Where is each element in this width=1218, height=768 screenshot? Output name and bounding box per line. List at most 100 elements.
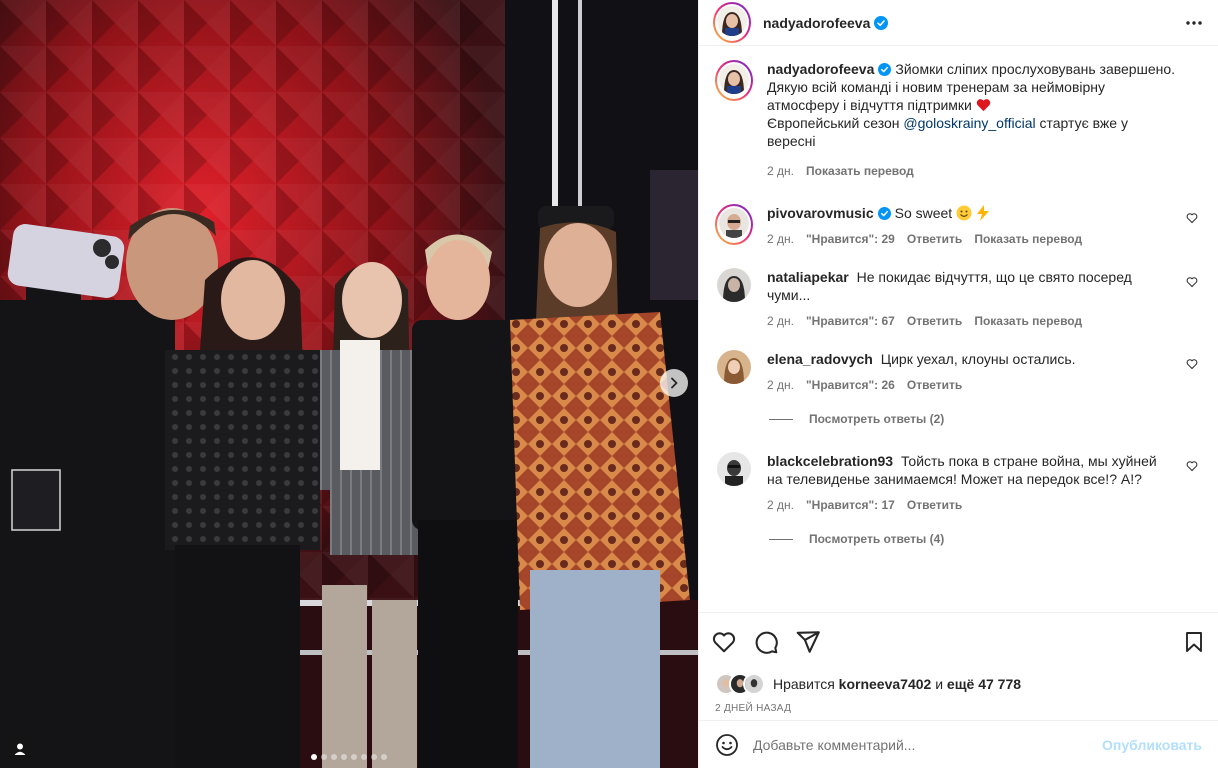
caption-meta: 2 дн. Показать перевод	[767, 162, 1176, 180]
translate-button[interactable]: Показать перевод	[974, 230, 1082, 248]
like-comment-heart-icon[interactable]	[1186, 276, 1198, 288]
more-horizontal-icon	[1186, 20, 1202, 25]
post-actions	[699, 612, 1218, 670]
view-replies-button[interactable]: Посмотреть ответы (2)	[769, 412, 1202, 426]
replies-divider	[769, 418, 793, 420]
carousel-indicator	[0, 754, 698, 760]
caption-text-line: Дякую всій команді і новим тренерам за н…	[767, 79, 1106, 113]
comment-meta: 2 дн. "Нравится": 17 Ответить	[767, 496, 1176, 514]
red-heart-emoji-icon	[976, 99, 990, 112]
carousel-dot	[361, 754, 367, 760]
carousel-dot	[331, 754, 337, 760]
comment-likes[interactable]: "Нравится": 17	[806, 496, 895, 514]
likes-count[interactable]: ещё 47 778	[947, 676, 1021, 692]
likers-avatars[interactable]	[715, 673, 765, 695]
liker-avatar	[743, 673, 765, 695]
view-replies-label: Посмотреть ответы (4)	[809, 532, 945, 546]
view-replies-button[interactable]: Посмотреть ответы (4)	[769, 532, 1202, 546]
translate-button[interactable]: Показать перевод	[974, 312, 1082, 330]
carousel-dot	[341, 754, 347, 760]
comment-username[interactable]: blackcelebration93	[767, 453, 893, 469]
post-dialog: nadyadorofeeva nadyadorofeeva Зйомки слі…	[0, 0, 1218, 768]
comment-likes[interactable]: "Нравится": 29	[806, 230, 895, 248]
caption-username[interactable]: nadyadorofeeva	[767, 61, 874, 77]
avatar-image	[719, 208, 749, 238]
comment-input[interactable]	[753, 736, 1103, 753]
post-date[interactable]: 2 ДНЕЙ НАЗАД	[699, 698, 1218, 720]
comment-likes[interactable]: "Нравится": 26	[806, 376, 895, 394]
caption: nadyadorofeeva Зйомки сліпих прослуховува…	[715, 60, 1202, 180]
mention-link[interactable]: @goloskrainy_official	[903, 115, 1035, 131]
caption-avatar[interactable]	[715, 60, 753, 101]
emoji-smiley-icon	[716, 733, 738, 756]
post-media[interactable]	[0, 0, 698, 768]
avatar-image	[717, 6, 747, 36]
carousel-dot	[371, 754, 377, 760]
carousel-dot	[381, 754, 387, 760]
emoji-button[interactable]	[715, 733, 739, 757]
replies-divider	[769, 538, 793, 540]
post-header: nadyadorofeeva	[699, 0, 1218, 46]
smiling-emoji-icon	[956, 205, 972, 221]
reply-button[interactable]: Ответить	[907, 230, 962, 248]
comment-avatar[interactable]	[715, 204, 753, 245]
post-photo	[0, 0, 698, 768]
likes-summary: Нравится korneeva7402 и ещё 47 778	[699, 670, 1218, 698]
liker-username[interactable]: korneeva7402	[839, 676, 932, 692]
lightning-emoji-icon	[976, 205, 989, 221]
author-avatar[interactable]	[713, 2, 751, 43]
comment: nataliapekar Не покидає відчуття, що це …	[715, 268, 1202, 330]
comment-body: elena_radovych Цирк уехал, клоуны остали…	[767, 350, 1202, 394]
comment-button[interactable]	[753, 629, 779, 655]
post-sidebar: nadyadorofeeva nadyadorofeeva Зйомки слі…	[698, 0, 1218, 768]
comment-meta: 2 дн. "Нравится": 29 Ответить Показать п…	[767, 230, 1176, 248]
add-comment-bar: Опубликовать	[699, 720, 1218, 768]
reply-button[interactable]: Ответить	[907, 496, 962, 514]
carousel-dot	[321, 754, 327, 760]
comment-time[interactable]: 2 дн.	[767, 496, 794, 514]
comment: pivovarovmusic So sweet 2 дн. "Нравится":…	[715, 204, 1202, 248]
chevron-right-icon	[671, 377, 678, 389]
translate-button[interactable]: Показать перевод	[806, 162, 914, 180]
comment-time[interactable]: 2 дн.	[767, 230, 794, 248]
comment-username[interactable]: pivovarovmusic	[767, 205, 874, 221]
reply-button[interactable]: Ответить	[907, 376, 962, 394]
more-options-button[interactable]	[1184, 13, 1204, 33]
comment-likes[interactable]: "Нравится": 67	[806, 312, 895, 330]
like-comment-heart-icon[interactable]	[1186, 460, 1198, 472]
comment-username[interactable]: elena_radovych	[767, 351, 873, 367]
heart-icon	[712, 631, 736, 652]
caption-time[interactable]: 2 дн.	[767, 162, 794, 180]
save-button[interactable]	[1182, 630, 1206, 654]
comment-body: blackcelebration93 Тойсть пока в стране …	[767, 452, 1202, 514]
comment-avatar[interactable]	[717, 350, 751, 384]
comment-bubble-icon	[755, 631, 778, 654]
reply-button[interactable]: Ответить	[907, 312, 962, 330]
verified-badge-icon	[877, 207, 891, 220]
like-button[interactable]	[711, 629, 737, 655]
caption-text-line: Європейський сезон	[767, 115, 900, 131]
comment: elena_radovych Цирк уехал, клоуны остали…	[715, 350, 1202, 394]
author-username[interactable]: nadyadorofeeva	[763, 15, 870, 31]
comment-time[interactable]: 2 дн.	[767, 312, 794, 330]
carousel-dot	[311, 754, 317, 760]
comment-avatar[interactable]	[717, 452, 751, 486]
like-comment-heart-icon[interactable]	[1186, 358, 1198, 370]
comment-time[interactable]: 2 дн.	[767, 376, 794, 394]
bookmark-icon	[1186, 631, 1202, 652]
share-button[interactable]	[795, 629, 821, 655]
comments-list[interactable]: nadyadorofeeva Зйомки сліпих прослуховува…	[699, 46, 1218, 612]
comment-avatar[interactable]	[717, 268, 751, 302]
comment-meta: 2 дн. "Нравится": 67 Ответить Показать п…	[767, 312, 1176, 330]
comment-body: nataliapekar Не покидає відчуття, що це …	[767, 268, 1202, 330]
caption-body: nadyadorofeeva Зйомки сліпих прослуховува…	[767, 60, 1202, 180]
publish-button[interactable]: Опубликовать	[1102, 737, 1202, 753]
like-comment-heart-icon[interactable]	[1186, 212, 1198, 224]
comment-text: Цирк уехал, клоуны остались.	[880, 351, 1076, 367]
verified-badge-icon	[878, 63, 892, 76]
avatar-image	[719, 64, 749, 94]
next-slide-button[interactable]	[660, 369, 688, 397]
verified-badge-icon	[874, 15, 889, 30]
likes-prefix: Нравится	[773, 676, 835, 692]
comment-username[interactable]: nataliapekar	[767, 269, 849, 285]
